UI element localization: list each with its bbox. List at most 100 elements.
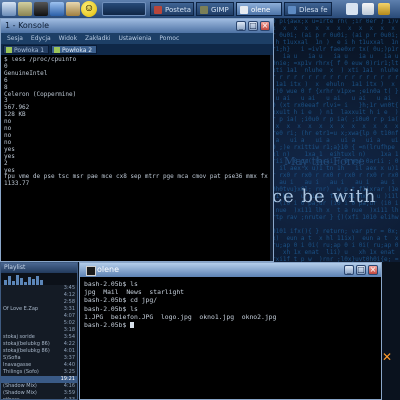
close-icon[interactable]: × — [368, 265, 378, 275]
alert-icon[interactable] — [346, 3, 358, 15]
wallpaper-quote-dim: May the Force — [284, 155, 365, 168]
playlist-item[interactable]: stokaj(belubkg 86) 4:01 — [1, 348, 77, 355]
task-button-dlesa[interactable]: Dlesa fe — [284, 2, 332, 16]
track-duration: 3:59 — [63, 390, 75, 396]
playlist-item[interactable]: S)Sofia 3:37 — [1, 355, 77, 362]
terminal-icon[interactable] — [34, 2, 48, 16]
track-duration: 3:25 — [63, 369, 75, 375]
terminal-line: 6 — [4, 76, 8, 84]
playlist-item[interactable]: 5:02 — [1, 320, 77, 327]
menu-item-session[interactable]: Sesja — [7, 35, 23, 42]
menu-item-bookmarks[interactable]: Zakładki — [85, 35, 111, 42]
menu-item-help[interactable]: Pomoc — [159, 35, 179, 42]
konsole-titlebar[interactable]: 1 - Konsole _ □ × — [1, 19, 273, 33]
track-duration: 3:31 — [63, 306, 75, 312]
terminal-line: no — [4, 131, 12, 139]
playlist-item[interactable]: 3:18 — [1, 327, 77, 334]
menu-item-settings[interactable]: Ustawienia — [118, 35, 151, 42]
terminal-titlebar[interactable]: olene _ □ × — [80, 263, 381, 277]
terminal-line: yes — [4, 152, 15, 160]
track-title: (Shadow Mix) — [3, 383, 37, 389]
track-duration: 3:37 — [63, 355, 75, 361]
playlist-item[interactable]: (Shadow Mix) 3:59 — [1, 390, 77, 397]
terminal-line: 1133.77 — [4, 180, 30, 188]
terminal-cursor — [130, 322, 135, 329]
menu-item-view[interactable]: Widok — [59, 35, 77, 42]
playlist-item[interactable]: 19:21 — [1, 376, 77, 383]
smiley-icon[interactable]: ☺ — [81, 1, 97, 17]
track-duration: 5:02 — [63, 320, 75, 326]
info-icon[interactable] — [378, 3, 390, 15]
mail-icon[interactable] — [66, 2, 80, 16]
spectrum-visualizer — [1, 273, 77, 285]
task-label: olene — [251, 6, 271, 14]
terminal-output[interactable]: bash-2.05b$ ls jpg Mail News starlight bas… — [84, 280, 374, 350]
task-label: Dlesa fe — [299, 6, 328, 14]
terminal-line: 567.962 — [4, 104, 30, 112]
playlist-item[interactable]: 4:12 — [1, 292, 77, 299]
konsole-menubar: Sesja Edycja Widok Zakładki Ustawienia P… — [1, 33, 273, 44]
tab-shell-1[interactable]: Powłoka 1 — [3, 45, 50, 54]
music-player-panel: Playlist 3:45 4:12 2:58 Of Love E.Zap 3:31 4:… — [0, 262, 78, 400]
task-button-olene[interactable]: olene — [236, 2, 282, 16]
terminal-line: bash-2.05b$ cd jpg/ — [84, 296, 158, 305]
playlist-item[interactable]: 4:07 — [1, 313, 77, 320]
playlist-item[interactable]: (Shadow Mix) 4:16 — [1, 383, 77, 390]
track-title: Inavagasse — [3, 362, 32, 368]
track-duration: 4:12 — [63, 292, 75, 298]
terminal-line: 2 — [4, 159, 8, 167]
task-button-posteta[interactable]: Posteta 1 — [150, 2, 194, 16]
playlist-item[interactable]: Thilings (Sofo) 3:25 — [1, 369, 77, 376]
tab-shell-2[interactable]: Powłoka 2 — [51, 45, 98, 54]
window-title: 1 - Konsole — [5, 21, 50, 30]
playlist-item[interactable]: stokaj soride 3:54 — [1, 334, 77, 341]
minimize-icon[interactable]: _ — [344, 265, 354, 275]
task-label: Posteta 1 — [165, 6, 193, 14]
kde-menu-icon[interactable] — [2, 2, 16, 16]
track-duration: 3:54 — [63, 334, 75, 340]
task-icon — [240, 6, 248, 14]
playlist-item[interactable]: 3:45 — [1, 285, 77, 292]
playlist-item[interactable]: stokaj(belubkg 86) 4:22 — [1, 341, 77, 348]
shell-icon — [54, 47, 60, 53]
terminal-line: $ less /proc/cpuinfo — [4, 57, 77, 63]
terminal-line: 128 KB — [4, 111, 26, 119]
browser-icon[interactable] — [50, 2, 64, 16]
home-icon[interactable] — [18, 2, 32, 16]
minimize-icon[interactable]: _ — [236, 21, 246, 31]
konsole-window: 1 - Konsole _ □ × Sesja Edycja Widok Zak… — [0, 18, 274, 262]
track-duration: 4:40 — [63, 362, 75, 368]
track-duration: 4:01 — [63, 348, 75, 354]
terminal-icon — [86, 266, 96, 276]
track-duration: 3:45 — [63, 285, 75, 291]
track-title: stokaj(belubkg 86) — [3, 341, 50, 347]
spectrum-bar — [8, 276, 11, 285]
wallpaper-quote: ce be with — [272, 186, 377, 207]
shell-icon — [6, 47, 12, 53]
desktop-pager-icon[interactable] — [102, 2, 146, 16]
konsole-scrollbar[interactable] — [270, 55, 273, 261]
task-button-gimp[interactable]: GIMP — [196, 2, 234, 16]
close-icon[interactable]: × — [260, 21, 270, 31]
notify-icon[interactable] — [362, 3, 374, 15]
playlist-item[interactable]: Of Love E.Zap 3:31 — [1, 306, 77, 313]
track-duration: 19:21 — [60, 376, 75, 382]
terminal-line: bash-2.05b$ — [84, 321, 374, 329]
menu-item-edit[interactable]: Edycja — [31, 35, 51, 42]
terminal-line: yes — [4, 145, 15, 153]
terminal-line: GenuineIntel — [4, 69, 48, 77]
maximize-icon[interactable]: □ — [248, 21, 258, 31]
playlist-item[interactable]: 2:58 — [1, 299, 77, 306]
playlist-item[interactable]: Inavagasse 4:40 — [1, 362, 77, 369]
task-icon — [154, 6, 162, 14]
playlist: 3:45 4:12 2:58 Of Love E.Zap 3:31 4:07 5:02 3:1… — [1, 285, 77, 399]
task-icon — [288, 6, 296, 14]
terminal-line: jpg Mail News starlight — [84, 288, 185, 297]
spectrum-bar — [28, 277, 31, 285]
maximize-icon[interactable]: □ — [356, 265, 366, 275]
track-duration: 3:18 — [63, 327, 75, 333]
konsole-terminal-output[interactable]: $ less /proc/cpuinfo 0 GenuineIntel 6 8 Celer… — [4, 57, 270, 257]
playlist-title: Playlist — [1, 263, 77, 273]
terminal-line: bash-2.05b$ ls — [84, 280, 138, 288]
terminal-line: fpu vme de pse tsc msr pae mce cx8 sep m… — [4, 173, 268, 181]
